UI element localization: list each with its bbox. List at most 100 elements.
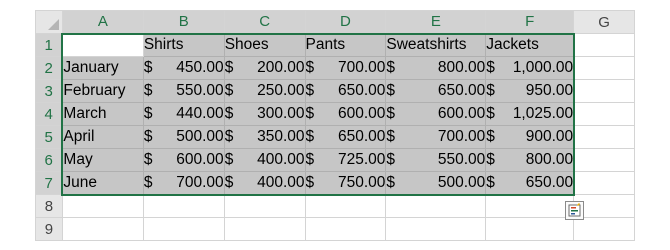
currency-symbol: $	[143, 59, 153, 76]
cell-shoes[interactable]: $250.00	[223, 79, 306, 103]
cell-empty[interactable]	[573, 217, 635, 241]
row-header-2[interactable]: 2	[35, 56, 64, 80]
cell-shirts[interactable]: $550.00	[142, 79, 225, 103]
row-header-6[interactable]: 6	[35, 148, 64, 172]
column-header-f[interactable]: F	[485, 10, 575, 35]
row-header-5[interactable]: 5	[35, 125, 64, 149]
cell-month[interactable]: May	[61, 148, 144, 172]
cell-month[interactable]: January	[61, 56, 144, 80]
cell-g[interactable]	[573, 79, 635, 103]
cell-pants[interactable]: $750.00	[304, 171, 387, 195]
cell-pants[interactable]: $700.00	[304, 56, 387, 80]
cell-jackets[interactable]: $900.00	[485, 125, 575, 149]
cell-value: 600.00	[337, 105, 386, 122]
cell-g[interactable]	[573, 171, 635, 195]
column-header-g[interactable]: G	[573, 10, 635, 34]
cell-a1[interactable]	[61, 33, 144, 57]
cell-month[interactable]: June	[61, 171, 144, 195]
currency-symbol: $	[143, 128, 153, 145]
cell-month[interactable]: February	[61, 79, 144, 103]
cell-empty[interactable]	[61, 194, 144, 218]
cell-g[interactable]	[573, 148, 635, 172]
cell-jackets[interactable]: $950.00	[485, 79, 575, 103]
cell-value: 400.00	[257, 151, 305, 168]
cell-b1[interactable]: Shirts	[142, 33, 225, 57]
row-header-8[interactable]: 8	[35, 194, 63, 218]
cell-value: 200.00	[257, 59, 305, 76]
cell-shirts[interactable]: $500.00	[142, 125, 225, 149]
column-header-e[interactable]: E	[385, 10, 487, 35]
cell-shoes[interactable]: $200.00	[223, 56, 306, 80]
cell-f1[interactable]: Jackets	[485, 33, 575, 57]
cell-value: 950.00	[525, 82, 574, 99]
cell-pants[interactable]: $650.00	[304, 79, 387, 103]
cell-empty[interactable]	[61, 217, 144, 241]
cell-shirts[interactable]: $450.00	[142, 56, 225, 80]
cell-value: 900.00	[525, 128, 574, 145]
cell-g1[interactable]	[573, 33, 635, 57]
cell-empty[interactable]	[223, 217, 306, 241]
cell-empty[interactable]	[385, 217, 487, 241]
cell-empty[interactable]	[223, 194, 306, 218]
cell-c1[interactable]: Shoes	[223, 33, 306, 57]
cell-empty[interactable]	[304, 217, 387, 241]
currency-symbol: $	[486, 105, 495, 122]
cell-value: 350.00	[257, 128, 305, 145]
currency-symbol: $	[224, 174, 234, 191]
cell-sweatshirts[interactable]: $500.00	[385, 171, 487, 195]
row-header-4[interactable]: 4	[35, 102, 64, 126]
column-header-a[interactable]: A	[61, 10, 144, 35]
cell-empty[interactable]	[485, 194, 575, 218]
cell-shoes[interactable]: $350.00	[223, 125, 306, 149]
cell-g[interactable]	[573, 125, 635, 149]
select-all-corner[interactable]	[35, 10, 63, 34]
row-header-9[interactable]: 9	[35, 217, 63, 241]
column-header-b[interactable]: B	[142, 10, 225, 35]
cell-value: 650.00	[337, 82, 386, 99]
cell-month[interactable]: April	[61, 125, 144, 149]
cell-sweatshirts[interactable]: $700.00	[385, 125, 487, 149]
cell-pants[interactable]: $600.00	[304, 102, 387, 126]
currency-symbol: $	[305, 82, 315, 99]
cell-shirts[interactable]: $440.00	[142, 102, 225, 126]
column-header-c[interactable]: C	[223, 10, 306, 35]
column-header-d[interactable]: D	[304, 10, 387, 35]
cell-value: 450.00	[176, 59, 224, 76]
cell-shoes[interactable]: $400.00	[223, 148, 306, 172]
cell-sweatshirts[interactable]: $550.00	[385, 148, 487, 172]
cell-empty[interactable]	[385, 194, 487, 218]
cell-value: 440.00	[176, 105, 224, 122]
row-header-7[interactable]: 7	[35, 171, 64, 195]
cell-pants[interactable]: $725.00	[304, 148, 387, 172]
cell-sweatshirts[interactable]: $650.00	[385, 79, 487, 103]
cell-jackets[interactable]: $800.00	[485, 148, 575, 172]
cell-empty[interactable]	[142, 194, 225, 218]
cell-g[interactable]	[573, 102, 635, 126]
cell-month[interactable]: March	[61, 102, 144, 126]
cell-shirts[interactable]: $600.00	[142, 148, 225, 172]
currency-symbol: $	[224, 105, 234, 122]
cell-d1[interactable]: Pants	[304, 33, 387, 57]
cell-empty[interactable]	[485, 217, 575, 241]
cell-sweatshirts[interactable]: $600.00	[385, 102, 487, 126]
cell-shoes[interactable]: $300.00	[223, 102, 306, 126]
cell-value: 1,025.00	[512, 105, 574, 122]
currency-symbol: $	[143, 151, 153, 168]
cell-jackets[interactable]: $650.00	[485, 171, 575, 195]
currency-symbol: $	[386, 174, 395, 191]
cell-empty[interactable]	[142, 217, 225, 241]
currency-symbol: $	[224, 128, 234, 145]
cell-pants[interactable]: $650.00	[304, 125, 387, 149]
currency-symbol: $	[143, 174, 153, 191]
cell-shirts[interactable]: $700.00	[142, 171, 225, 195]
cell-sweatshirts[interactable]: $800.00	[385, 56, 487, 80]
row-header-3[interactable]: 3	[35, 79, 64, 103]
cell-empty[interactable]	[304, 194, 387, 218]
cell-jackets[interactable]: $1,025.00	[485, 102, 575, 126]
cell-g[interactable]	[573, 56, 635, 80]
cell-shoes[interactable]: $400.00	[223, 171, 306, 195]
cell-e1[interactable]: Sweatshirts	[385, 33, 487, 57]
cell-jackets[interactable]: $1,000.00	[485, 56, 575, 80]
quick-analysis-button[interactable]	[564, 200, 584, 220]
row-header-1[interactable]: 1	[35, 33, 64, 57]
